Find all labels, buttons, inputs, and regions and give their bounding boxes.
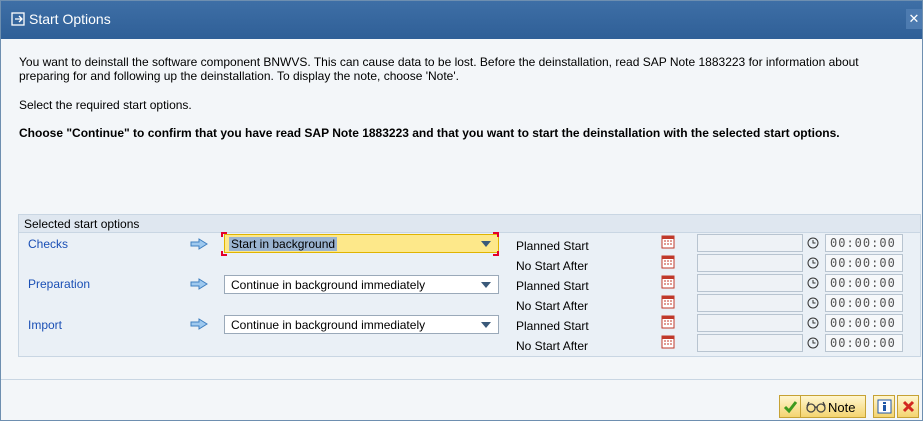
schedule-label: Planned Start xyxy=(516,319,589,333)
checks-start-option-select[interactable]: Start in background xyxy=(224,234,499,253)
chevron-down-icon[interactable] xyxy=(481,322,491,328)
clock-icon[interactable] xyxy=(807,237,819,249)
cancel-button[interactable] xyxy=(897,395,919,418)
clock-icon[interactable] xyxy=(807,317,819,329)
preparation-start-option-select[interactable]: Continue in background immediately xyxy=(224,275,499,294)
time-field[interactable]: 00:00:00 xyxy=(825,254,903,272)
calendar-icon[interactable] xyxy=(661,275,675,289)
checkmark-icon xyxy=(783,401,798,414)
glasses-icon xyxy=(806,401,826,413)
calendar-icon[interactable] xyxy=(661,255,675,269)
focus-corner-icon xyxy=(493,251,499,256)
arrow-right-icon xyxy=(190,318,208,330)
row-label-preparation[interactable]: Preparation xyxy=(28,277,90,291)
dialog-title: Start Options xyxy=(29,11,111,27)
date-field[interactable] xyxy=(697,254,803,272)
schedule-label: No Start After xyxy=(516,339,589,353)
focus-corner-icon xyxy=(221,251,227,256)
time-field[interactable]: 00:00:00 xyxy=(825,274,903,292)
message-line-2: preparing for and following up the deins… xyxy=(19,69,459,83)
time-field[interactable]: 00:00:00 xyxy=(825,294,903,312)
dialog-icon xyxy=(11,12,25,26)
footer-divider xyxy=(1,379,922,380)
arrow-right-icon xyxy=(190,238,208,250)
message-line-4: Choose "Continue" to confirm that you ha… xyxy=(19,126,840,140)
calendar-icon[interactable] xyxy=(661,295,675,309)
clock-icon[interactable] xyxy=(807,277,819,289)
row-label-checks[interactable]: Checks xyxy=(28,237,68,251)
title-bar: Start Options ✕ xyxy=(1,1,922,39)
schedule-label: No Start After xyxy=(516,299,589,313)
time-field[interactable]: 00:00:00 xyxy=(825,334,903,352)
calendar-icon[interactable] xyxy=(661,235,675,249)
start-options-dialog: Start Options ✕ You want to deinstall th… xyxy=(0,0,923,421)
schedule-label: Planned Start xyxy=(516,279,589,293)
info-button[interactable] xyxy=(873,395,895,418)
note-button-label: Note xyxy=(828,400,856,415)
time-field[interactable]: 00:00:00 xyxy=(825,314,903,332)
clock-icon[interactable] xyxy=(807,337,819,349)
group-header: Selected start options xyxy=(19,215,920,233)
cancel-x-icon xyxy=(902,400,915,413)
combo-value: Start in background xyxy=(229,237,338,251)
import-start-option-select[interactable]: Continue in background immediately xyxy=(224,315,499,334)
combo-value: Continue in background immediately xyxy=(231,318,426,332)
arrow-right-icon xyxy=(190,278,208,290)
clock-icon[interactable] xyxy=(807,257,819,269)
schedule-label: Planned Start xyxy=(516,239,589,253)
start-options-group: Selected start options Checks Start in b… xyxy=(18,214,921,357)
date-field[interactable] xyxy=(697,274,803,292)
calendar-icon[interactable] xyxy=(661,335,675,349)
focus-corner-icon xyxy=(221,232,227,237)
chevron-down-icon[interactable] xyxy=(481,282,491,288)
date-field[interactable] xyxy=(697,334,803,352)
continue-button[interactable] xyxy=(779,395,801,418)
date-field[interactable] xyxy=(697,234,803,252)
focus-corner-icon xyxy=(493,232,499,237)
close-button[interactable]: ✕ xyxy=(906,9,922,29)
info-icon xyxy=(877,399,892,414)
date-field[interactable] xyxy=(697,294,803,312)
chevron-down-icon[interactable] xyxy=(481,241,491,247)
date-field[interactable] xyxy=(697,314,803,332)
combo-value: Continue in background immediately xyxy=(231,278,426,292)
time-field[interactable]: 00:00:00 xyxy=(825,234,903,252)
row-label-import[interactable]: Import xyxy=(28,318,62,332)
note-button[interactable]: Note xyxy=(800,395,866,418)
clock-icon[interactable] xyxy=(807,297,819,309)
group-title: Selected start options xyxy=(24,217,140,231)
calendar-icon[interactable] xyxy=(661,315,675,329)
message-line-1: You want to deinstall the software compo… xyxy=(19,55,859,69)
message-line-3: Select the required start options. xyxy=(19,98,192,112)
schedule-label: No Start After xyxy=(516,259,589,273)
